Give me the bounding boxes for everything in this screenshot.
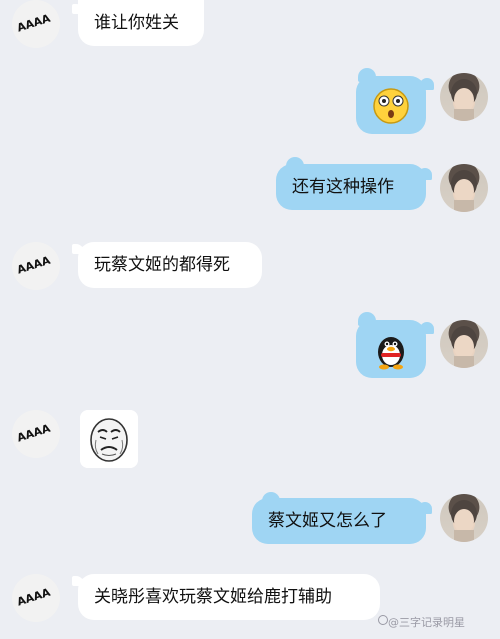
avatar-other[interactable]: AAAA [12, 242, 60, 290]
message-bubble-incoming[interactable]: 谁让你姓关 [78, 0, 204, 46]
svg-text:AAAA: AAAA [15, 422, 52, 445]
crying-meme-face-icon [80, 410, 138, 468]
message-bubble-outgoing-emoji[interactable] [356, 320, 426, 378]
avatar-other[interactable]: AAAA [12, 410, 60, 458]
aaaa-scream-avatar-icon: AAAA [15, 254, 52, 277]
svg-text:AAAA: AAAA [15, 586, 52, 609]
user-photo-avatar-icon [451, 170, 477, 212]
avatar-self[interactable] [440, 494, 488, 542]
message-bubble-incoming[interactable]: 玩蔡文姬的都得死 [78, 242, 262, 288]
message-bubble-incoming[interactable]: 关晓彤喜欢玩蔡文姬给鹿打辅助 [78, 574, 380, 620]
avatar-self[interactable] [440, 164, 488, 212]
qq-penguin-emoji-icon [378, 337, 404, 370]
user-photo-avatar-icon [451, 79, 477, 121]
user-photo-avatar-icon [451, 326, 477, 368]
weibo-icon [378, 615, 388, 625]
svg-text:AAAA: AAAA [15, 254, 52, 277]
crying-meme-sticker[interactable] [80, 410, 138, 468]
surprised-face-emoji-icon [373, 88, 409, 124]
message-bubble-outgoing[interactable]: 还有这种操作 [276, 164, 426, 210]
watermark: @三字记录明星 [388, 616, 465, 629]
avatar-self[interactable] [440, 320, 488, 368]
avatar-other[interactable]: AAAA [12, 574, 60, 622]
message-bubble-outgoing[interactable]: 蔡文姬又怎么了 [252, 498, 426, 544]
user-photo-avatar-icon [451, 500, 477, 542]
aaaa-scream-avatar-icon: AAAA [15, 422, 52, 445]
aaaa-scream-avatar-icon: AAAA [15, 12, 52, 35]
message-bubble-outgoing-emoji[interactable] [356, 76, 426, 134]
avatar-self[interactable] [440, 73, 488, 121]
svg-text:AAAA: AAAA [15, 12, 52, 35]
aaaa-scream-avatar-icon: AAAA [15, 586, 52, 609]
avatar-other[interactable]: AAAA [12, 0, 60, 48]
